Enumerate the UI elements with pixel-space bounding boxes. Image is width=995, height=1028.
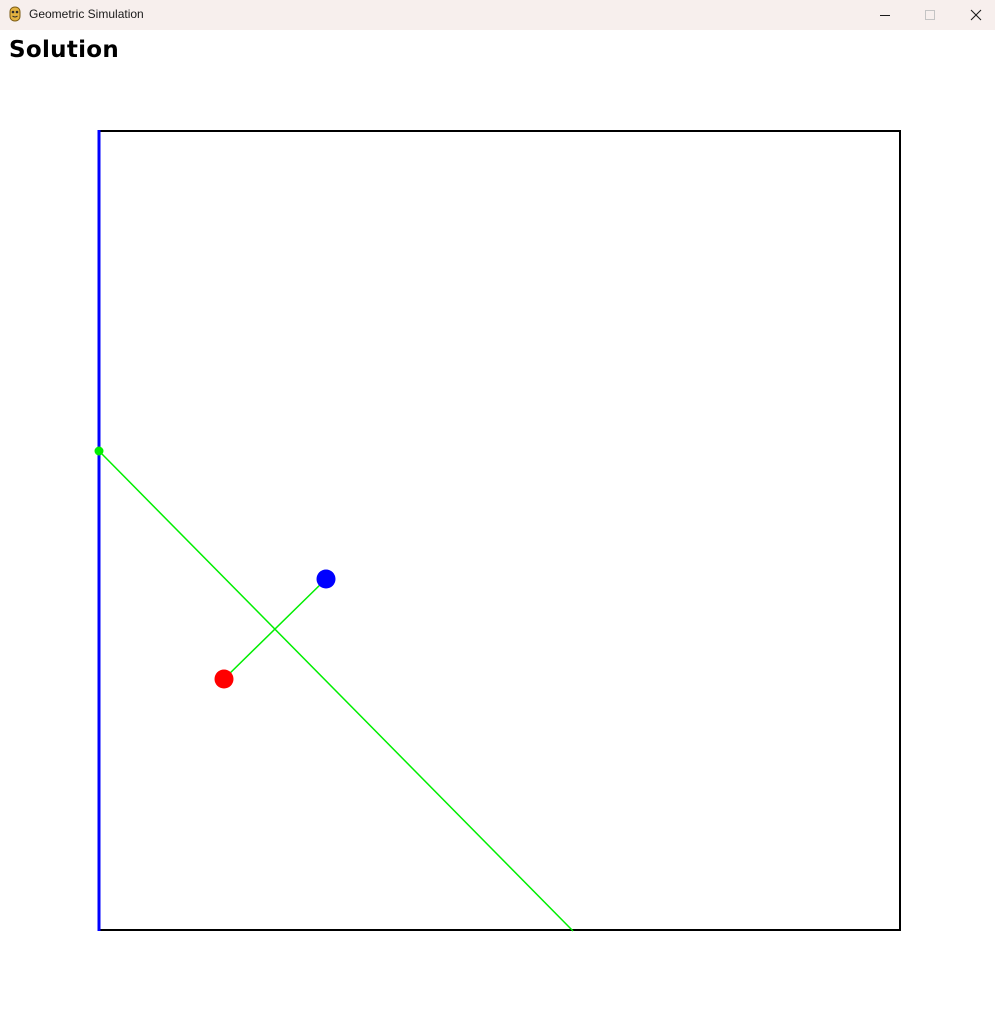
wall-intersection-point bbox=[94, 446, 104, 456]
boundary-box bbox=[98, 130, 901, 931]
blue-point bbox=[316, 569, 336, 589]
simulation-canvas bbox=[94, 130, 901, 932]
red-point bbox=[214, 669, 234, 689]
app-window: Geometric Simulation Solution bbox=[0, 0, 995, 1028]
perpendicular-bisector-line bbox=[98, 450, 574, 932]
